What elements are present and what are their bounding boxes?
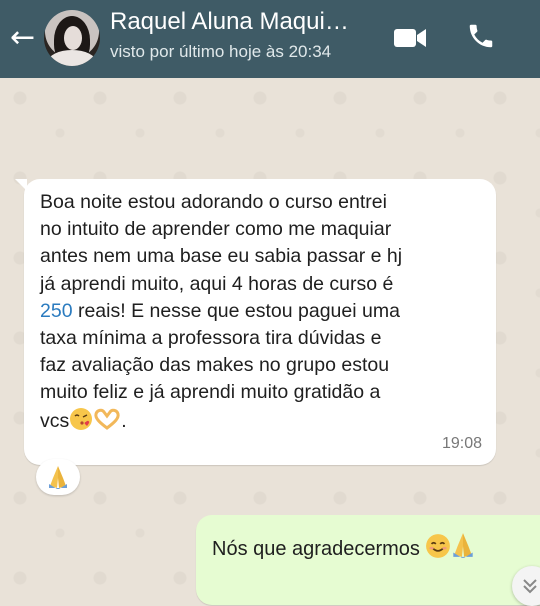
number-link[interactable]: 250: [40, 300, 73, 322]
incoming-message[interactable]: Boa noite estou adorando o curso entrei …: [15, 179, 496, 465]
avatar[interactable]: [44, 10, 100, 66]
message-reaction[interactable]: [36, 459, 80, 495]
video-camera-icon[interactable]: [393, 26, 427, 50]
outgoing-message[interactable]: Nós que agradecermos: [196, 515, 540, 605]
folded-hands-icon: [49, 466, 67, 489]
chat-area[interactable]: Boa noite estou adorando o curso entrei …: [0, 78, 540, 606]
folded-hands-icon: [453, 533, 474, 558]
phone-icon[interactable]: [466, 21, 496, 51]
smiling-face-icon: [426, 534, 451, 558]
chat-header: ← Raquel Aluna Maqui… visto por último h…: [0, 0, 540, 78]
last-seen-status: visto por último hoje às 20:34: [110, 42, 332, 61]
contact-name[interactable]: Raquel Aluna Maqui…: [110, 8, 349, 36]
arrow-left-icon[interactable]: ←: [10, 23, 40, 54]
kissing-face-icon: [70, 407, 93, 430]
outgoing-message-text: Nós que agradecermos: [212, 531, 475, 561]
double-chevron-down-icon: [523, 579, 537, 594]
heart-hands-icon: [94, 408, 120, 430]
incoming-message-text: Boa noite estou adorando o curso entrei …: [40, 191, 403, 432]
message-time: 19:08: [441, 435, 482, 452]
